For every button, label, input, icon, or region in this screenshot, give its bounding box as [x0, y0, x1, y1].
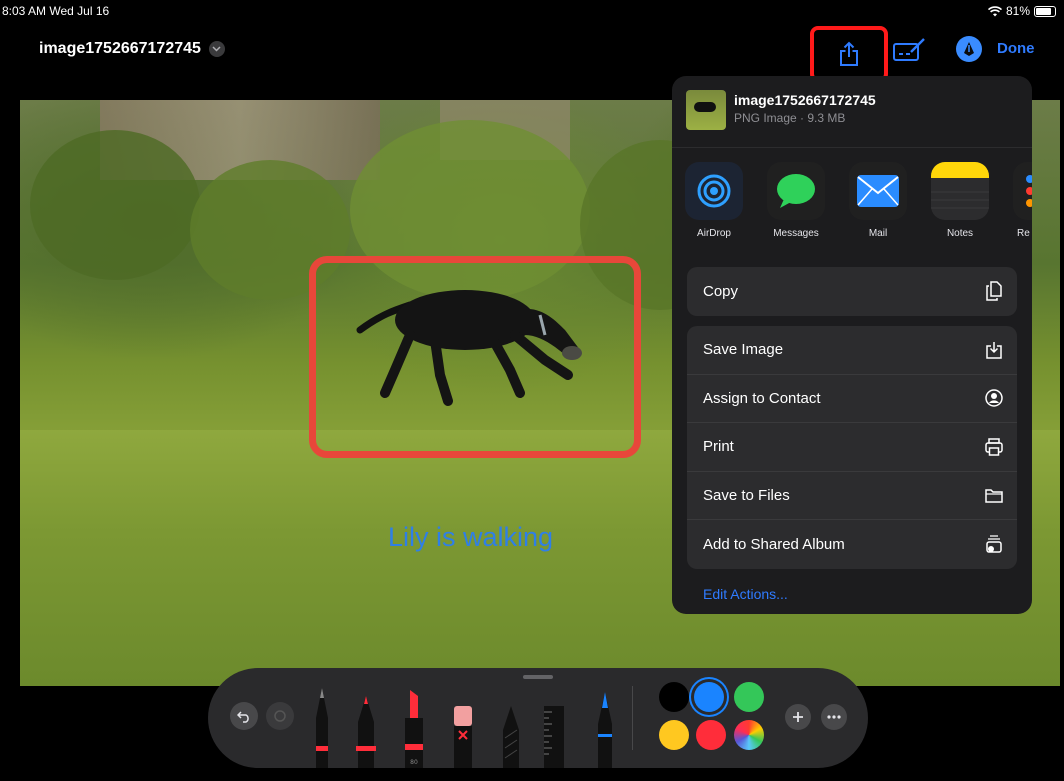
toolbar-divider: [632, 686, 633, 750]
app-mail[interactable]: Mail: [843, 162, 913, 239]
chevron-down-icon: [208, 41, 225, 57]
action-label: Assign to Contact: [703, 389, 821, 407]
app-label: Messages: [773, 228, 819, 239]
action-assign-to-contact[interactable]: Assign to Contact: [687, 375, 1017, 423]
pen-tool-button[interactable]: [956, 36, 982, 62]
status-bar: 8:03 AM Wed Jul 16 81%: [0, 0, 1064, 22]
app-label: Notes: [946, 228, 974, 239]
ruler-tool[interactable]: [542, 678, 566, 768]
fountain-pen-tool[interactable]: [595, 678, 615, 768]
app-label: Re: [1017, 228, 1030, 239]
add-button[interactable]: [785, 704, 811, 730]
color-red-swatch[interactable]: [696, 720, 726, 750]
action-copy[interactable]: Copy: [687, 267, 1017, 316]
action-label: Add to Shared Album: [703, 535, 845, 553]
done-button[interactable]: Done: [997, 40, 1035, 57]
status-right: 81%: [987, 4, 1056, 18]
notes-icon: [931, 162, 989, 220]
contact-icon: [985, 389, 1003, 407]
markup-toolbar: 80: [208, 668, 868, 768]
color-green-swatch[interactable]: [734, 682, 764, 712]
battery-icon: [1034, 5, 1056, 17]
title-bar: image1752667172745 Done: [0, 22, 1064, 82]
eraser-tool[interactable]: [450, 678, 476, 768]
airdrop-icon: [685, 162, 743, 220]
action-save-image[interactable]: Save Image: [687, 326, 1017, 375]
markup-button[interactable]: [893, 36, 927, 64]
action-save-to-files[interactable]: Save to Files: [687, 472, 1017, 520]
color-black-swatch[interactable]: [659, 682, 689, 712]
app-notes[interactable]: Notes: [925, 162, 995, 239]
color-picker-wheel[interactable]: [734, 720, 764, 750]
action-print[interactable]: Print: [687, 423, 1017, 472]
file-info: PNG Image · 9.3 MB: [734, 111, 846, 125]
shared-album-icon: [985, 535, 1003, 553]
save-image-icon: [985, 341, 1003, 359]
mail-icon: [849, 162, 907, 220]
lasso-tool[interactable]: [500, 678, 522, 768]
messages-icon: [767, 162, 825, 220]
action-label: Copy: [703, 282, 739, 300]
ellipsis-icon: [827, 715, 841, 719]
reminders-icon: [1013, 162, 1032, 220]
marker-tool[interactable]: [354, 678, 378, 768]
app-reminders[interactable]: Re: [1007, 162, 1032, 239]
highlighter-tool[interactable]: 80: [401, 678, 427, 768]
action-label: Save Image: [703, 341, 784, 359]
action-label: Save to Files: [703, 486, 790, 504]
app-airdrop[interactable]: AirDrop: [679, 162, 749, 239]
pen-icon: [964, 42, 974, 56]
share-sheet-header: image1752667172745 PNG Image · 9.3 MB: [672, 76, 1032, 148]
app-label: AirDrop: [697, 228, 731, 239]
battery-percent: 81%: [1005, 4, 1030, 18]
printer-icon: [985, 438, 1003, 456]
redo-icon: [274, 710, 286, 722]
share-sheet: image1752667172745 PNG Image · 9.3 MB Ai…: [672, 76, 1032, 614]
action-add-to-shared-album[interactable]: Add to Shared Album: [687, 520, 1017, 569]
file-thumbnail: [686, 90, 726, 130]
share-button[interactable]: [810, 26, 888, 82]
pen-tool[interactable]: [312, 678, 332, 768]
document-title-menu[interactable]: image1752667172745: [39, 40, 225, 58]
action-label: Print: [703, 438, 734, 456]
app-row: AirDrop Messages Mail Notes Re: [672, 162, 1032, 246]
undo-icon: [237, 711, 249, 723]
text-annotation[interactable]: Lily is walking: [388, 522, 553, 553]
copy-icon: [985, 281, 1003, 301]
more-button[interactable]: [821, 704, 847, 730]
bush: [30, 130, 200, 280]
markup-icon: [893, 38, 925, 61]
red-rectangle-annotation[interactable]: [309, 256, 641, 458]
status-time: 8:03 AM Wed Jul 16: [2, 4, 110, 18]
undo-button[interactable]: [230, 702, 258, 730]
file-name: image1752667172745: [734, 92, 876, 108]
wifi-icon: [987, 5, 1002, 16]
redo-button[interactable]: [266, 702, 294, 730]
app-label: Mail: [868, 228, 888, 239]
color-blue-swatch[interactable]: [694, 682, 724, 712]
svg-text:80: 80: [410, 759, 418, 766]
app-messages[interactable]: Messages: [761, 162, 831, 239]
folder-icon: [985, 486, 1003, 504]
edit-actions-link[interactable]: Edit Actions...: [703, 586, 788, 602]
share-icon: [840, 41, 858, 66]
plus-icon: [793, 712, 803, 722]
document-title: image1752667172745: [39, 40, 201, 57]
color-yellow-swatch[interactable]: [659, 720, 689, 750]
actions-group: Save Image Assign to Contact Print Save …: [687, 326, 1017, 569]
copy-group: Copy: [687, 267, 1017, 316]
